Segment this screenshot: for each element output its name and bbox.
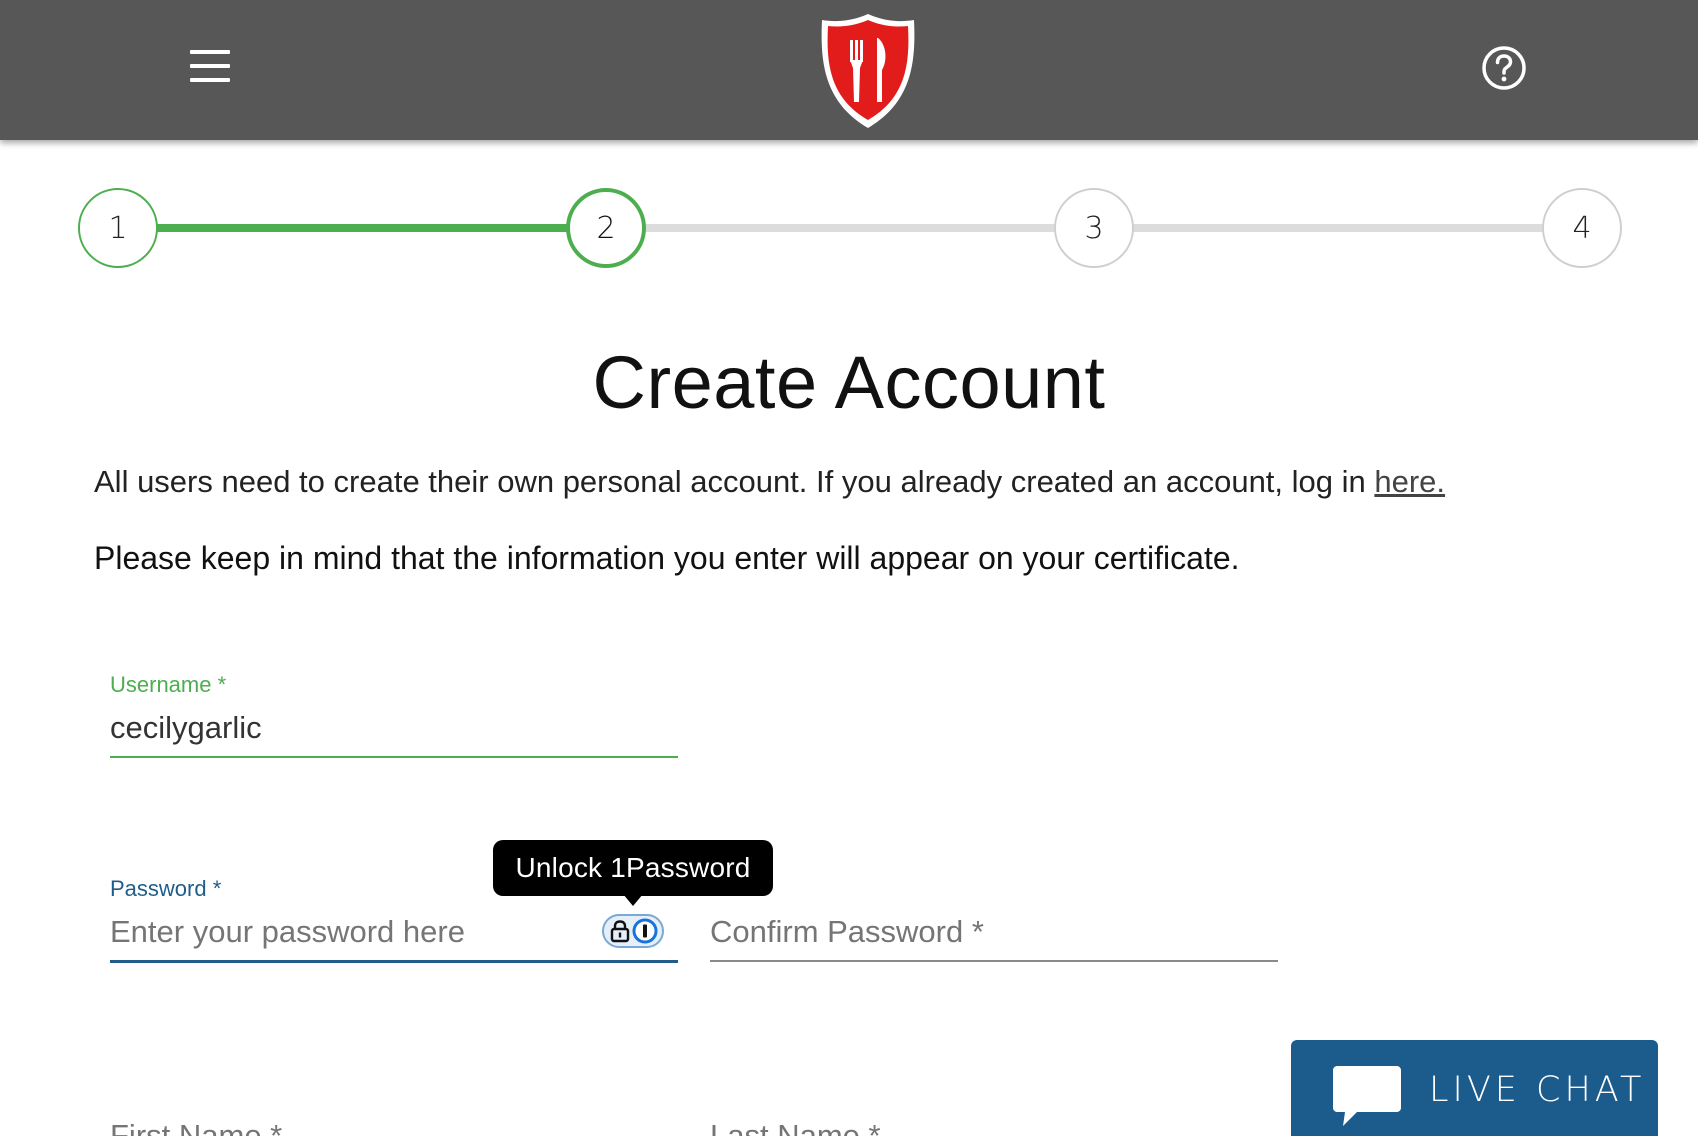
hamburger-menu-icon[interactable]	[186, 46, 234, 86]
lock-icon	[610, 920, 629, 943]
question-circle-icon[interactable]	[1480, 44, 1528, 92]
last-name-input[interactable]	[710, 1116, 1278, 1136]
step-4: 4	[1542, 188, 1622, 268]
step-3: 3	[1054, 188, 1134, 268]
step-1: 1	[78, 188, 158, 268]
page-title: Create Account	[592, 341, 1106, 424]
stepper-connector-upcoming	[1132, 224, 1544, 232]
stepper-connector-upcoming	[644, 224, 1056, 232]
intro-text: All users need to create their own perso…	[94, 464, 1445, 500]
shield-fork-knife-logo[interactable]	[816, 10, 920, 132]
onepassword-icon	[632, 918, 657, 944]
login-here-link[interactable]: here.	[1374, 464, 1445, 499]
confirm-password-underline	[710, 960, 1278, 962]
live-chat-label: LIVE CHAT	[1429, 1070, 1646, 1110]
username-label: Username *	[110, 672, 227, 697]
step-2: 2	[566, 188, 646, 268]
password-input[interactable]	[110, 912, 678, 960]
live-chat-button[interactable]: LIVE CHAT	[1291, 1040, 1658, 1136]
username-field: Username *	[110, 672, 678, 758]
stepper-connector-complete	[156, 224, 568, 232]
confirm-password-input[interactable]	[710, 912, 1278, 960]
intro-text-body: All users need to create their own perso…	[94, 464, 1375, 499]
top-navigation-bar	[0, 0, 1698, 140]
first-name-input[interactable]	[110, 1116, 678, 1136]
username-underline	[110, 756, 678, 758]
username-input[interactable]	[110, 708, 678, 756]
password-underline	[110, 960, 678, 963]
certificate-notice: Please keep in mind that the information…	[94, 540, 1240, 576]
progress-stepper: 1 2 3 4	[0, 186, 1698, 270]
speech-bubble-icon	[1333, 1066, 1401, 1126]
last-name-field	[710, 1116, 1278, 1136]
first-name-field	[110, 1116, 678, 1136]
onepassword-tooltip: Unlock 1Password	[493, 840, 773, 906]
confirm-password-field	[710, 912, 1278, 962]
onepassword-badge[interactable]	[602, 914, 664, 948]
